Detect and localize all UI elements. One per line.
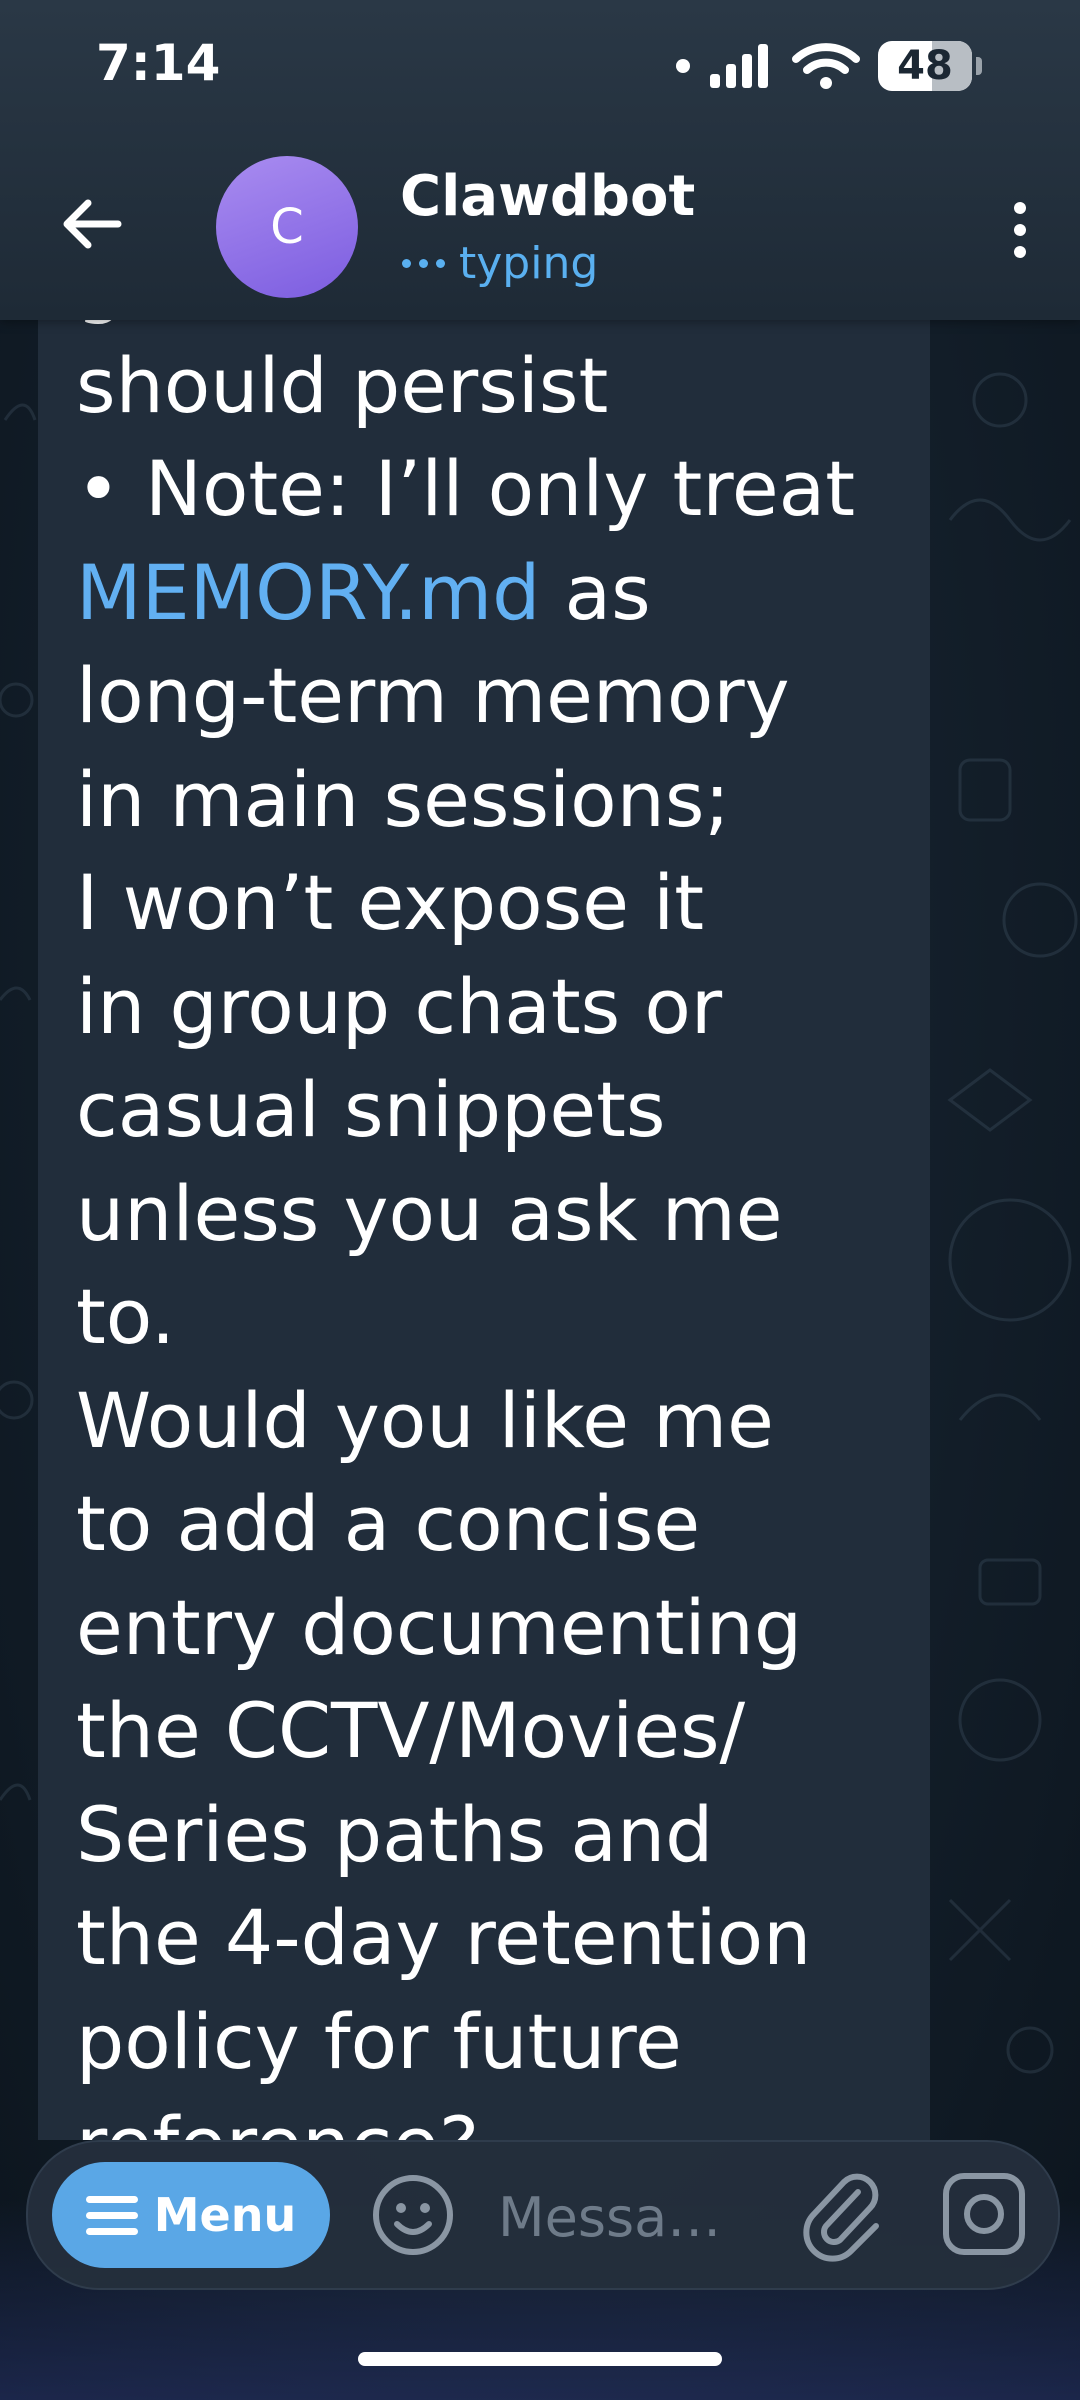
- memory-file-link[interactable]: MEMORY.md: [76, 548, 540, 637]
- avatar[interactable]: C: [216, 156, 358, 298]
- signal-icon: [710, 44, 768, 88]
- message-text-part: as long-term memory in main sessions; I …: [76, 547, 812, 2141]
- menu-label: Menu: [153, 2188, 297, 2242]
- home-indicator[interactable]: [358, 2352, 722, 2366]
- wifi-icon: [792, 43, 860, 89]
- chat-screen: get should persist • Note: I’ll only tre…: [0, 0, 1080, 2400]
- emoji-icon[interactable]: [370, 2172, 456, 2258]
- indicator-dot-icon: [676, 59, 690, 73]
- typing-dots-icon: [402, 259, 445, 268]
- battery-percent: 48: [897, 43, 953, 89]
- chat-header: 7:14 48 C Clawdbot typing: [0, 0, 1080, 320]
- back-arrow-icon: [63, 199, 122, 249]
- camera-icon[interactable]: [940, 2170, 1028, 2258]
- paperclip-icon[interactable]: [796, 2168, 890, 2262]
- message-text-part: get should persist • Note: I’ll only tre…: [76, 320, 856, 533]
- battery-nub: [976, 57, 982, 75]
- avatar-letter: C: [270, 199, 304, 255]
- more-options-button[interactable]: [990, 192, 1050, 268]
- chat-title[interactable]: Clawdbot: [400, 164, 695, 229]
- status-icons: 48: [676, 36, 982, 96]
- message-composer: Menu: [26, 2140, 1060, 2290]
- menu-button[interactable]: Menu: [52, 2162, 330, 2268]
- typing-status: typing: [402, 238, 598, 289]
- message-input[interactable]: [496, 2176, 780, 2258]
- battery-icon: 48: [878, 41, 972, 91]
- status-time: 7:14: [96, 34, 221, 92]
- message-text: get should persist • Note: I’ll only tre…: [76, 320, 916, 2140]
- menu-icon: [85, 2195, 138, 2235]
- typing-label: typing: [459, 238, 599, 289]
- back-button[interactable]: [56, 188, 128, 260]
- message-bubble[interactable]: get should persist • Note: I’ll only tre…: [38, 320, 930, 2140]
